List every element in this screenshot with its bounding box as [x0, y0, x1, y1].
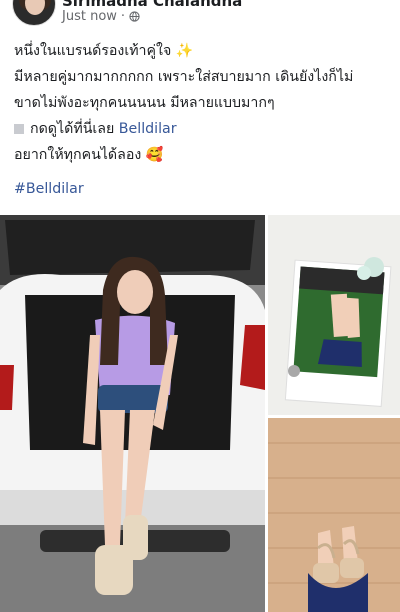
polaroid-photo-illustration [268, 215, 400, 415]
post-line-2: มีหลายคู่มากมากกกกก เพราะใส่สบายมาก เดิน… [14, 69, 354, 85]
sandals-floor-photo-illustration [268, 418, 400, 612]
cta-text: กดดูได้ที่นี่เลย [30, 121, 115, 137]
photo-grid [0, 215, 400, 612]
photo-top-right[interactable] [268, 215, 400, 415]
belldilar-link[interactable]: Belldilar [119, 121, 177, 137]
post-cta-line: กดดูได้ที่นี่เลย Belldilar [14, 116, 392, 142]
post-text: หนึ่งในแบรนด์รองเท้าคู่ใจ ✨ มีหลายคู่มาก… [14, 38, 392, 168]
author-avatar[interactable] [12, 0, 56, 26]
globe-icon[interactable] [129, 11, 140, 22]
post-line-1: หนึ่งในแบรนด์รองเท้าคู่ใจ ✨ [14, 43, 194, 59]
car-trunk-photo-illustration [0, 215, 265, 612]
post-meta: Just now · [62, 9, 140, 24]
post-header: Sirimadna Chalandha Just now · [0, 0, 400, 30]
post-time[interactable]: Just now [62, 9, 117, 24]
post-line-3: ขาดไม่พังอะทุกคนนนนน มีหลายแบบมากๆ [14, 95, 275, 111]
photo-bottom-right[interactable] [268, 418, 400, 612]
post-line-last: อยากให้ทุกคนได้ลอง 🥰 [14, 147, 164, 163]
hashtag-link[interactable]: #Belldilar [14, 181, 84, 197]
photo-main[interactable] [0, 215, 265, 612]
square-icon [14, 124, 24, 134]
